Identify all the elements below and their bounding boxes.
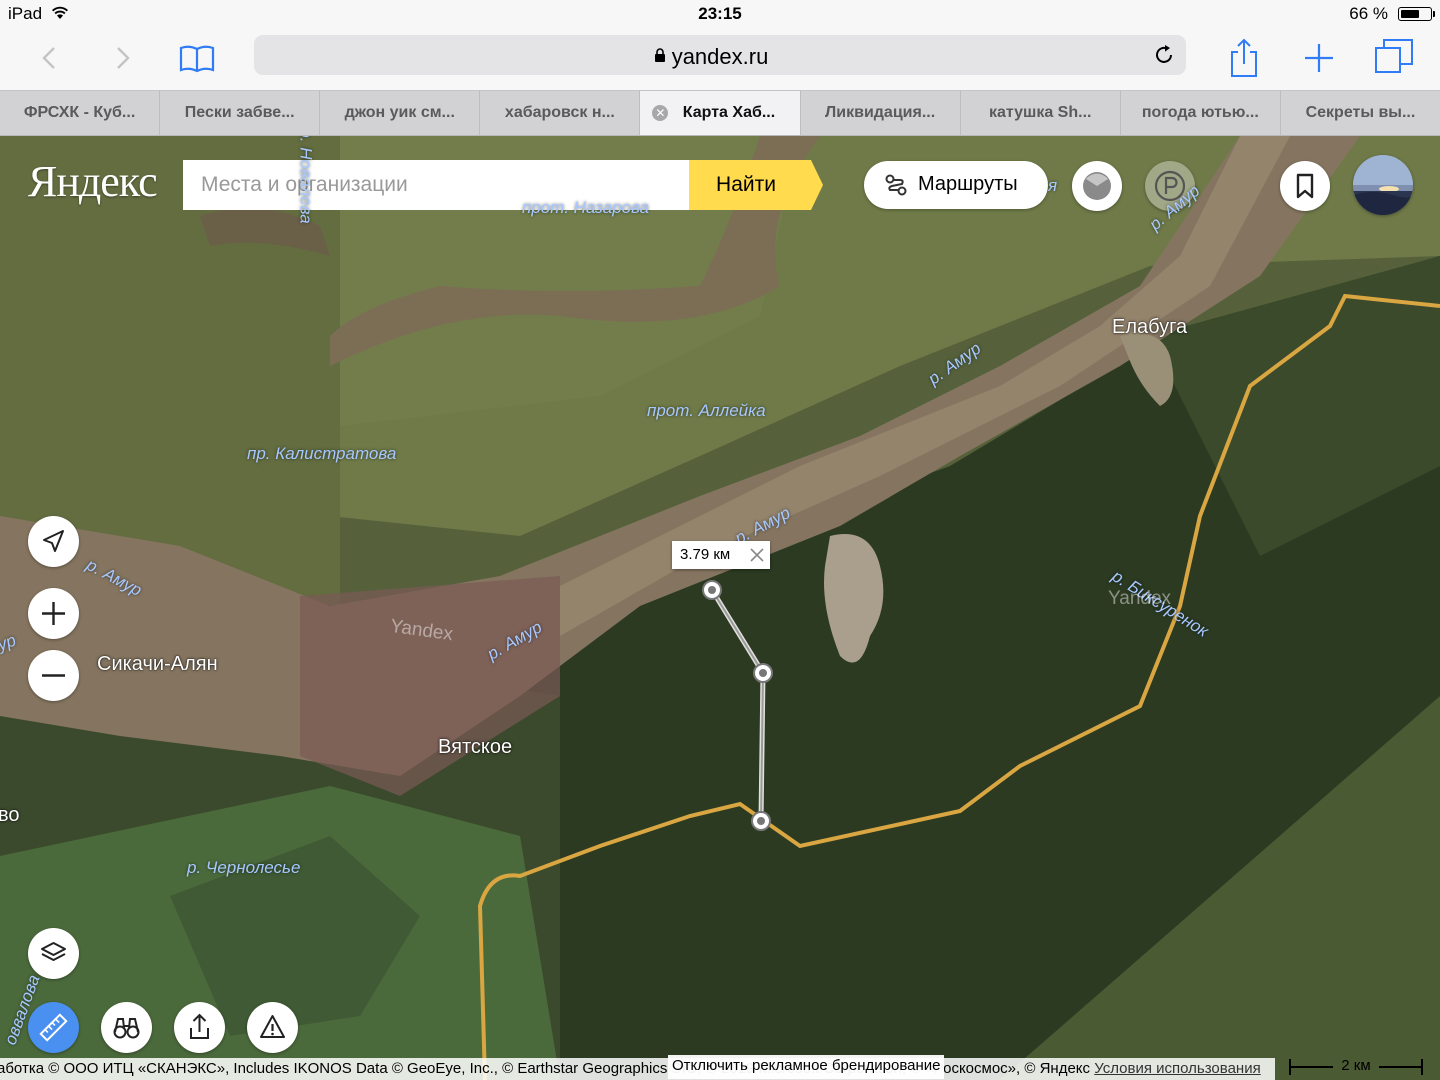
back-icon[interactable]	[28, 36, 72, 80]
water-label: р. Новалева	[296, 136, 316, 224]
tab[interactable]: Пески забве...	[160, 91, 321, 135]
tab-active[interactable]: ✕ Карта Хаб...	[640, 91, 801, 135]
traffic-button[interactable]	[1072, 161, 1122, 211]
browser-toolbar: yandex.ru	[0, 28, 1440, 90]
tab[interactable]: Ликвидация...	[801, 91, 961, 135]
water-label: р. Чернолесье	[187, 858, 301, 877]
traffic-icon	[1083, 172, 1111, 200]
panorama-button[interactable]	[101, 1002, 152, 1053]
battery-icon	[1398, 7, 1435, 21]
forward-icon[interactable]	[100, 36, 144, 80]
layers-icon	[41, 942, 66, 961]
url-text: yandex.ru	[671, 44, 769, 69]
share-icon[interactable]	[1222, 36, 1266, 80]
tabs-overview-icon[interactable]	[1372, 36, 1416, 80]
close-icon[interactable]	[748, 546, 766, 564]
status-bar: iPad 23:15 66 %	[0, 0, 1440, 28]
plus-icon	[42, 602, 65, 625]
bookmarks-icon[interactable]	[175, 36, 219, 80]
zoom-out-button[interactable]	[28, 650, 79, 701]
map-watermark: Yandex	[1108, 588, 1172, 609]
avatar-image	[1353, 155, 1413, 215]
battery-percent: 66 %	[1349, 4, 1388, 23]
water-label: пр. Калистратова	[247, 444, 397, 463]
tab-bar: ФРСХК - Куб... Пески забве... джон уик с…	[0, 90, 1440, 136]
warning-icon	[260, 1015, 285, 1038]
ruler-point[interactable]	[751, 811, 771, 831]
ruler-button[interactable]	[28, 1002, 79, 1053]
map-footer: аботка © ООО ИТЦ «СКАНЭКС», Includes IKO…	[0, 1058, 1275, 1080]
zoom-in-button[interactable]	[28, 588, 79, 639]
routes-button[interactable]: Маршруты	[864, 161, 1048, 209]
report-error-button[interactable]	[247, 1002, 298, 1053]
search-button[interactable]: Найти	[689, 160, 823, 210]
layers-button[interactable]	[28, 928, 79, 979]
distance-value: 3.79 км	[680, 546, 731, 563]
tab[interactable]: ФРСХК - Куб...	[0, 91, 161, 135]
tab-title: ФРСХК - Куб...	[23, 104, 136, 121]
tab-title: хабаровск н...	[504, 104, 615, 121]
yandex-logo[interactable]: Яндекс	[28, 156, 158, 207]
disable-branding-link[interactable]: Отключить рекламное брендирование	[668, 1055, 945, 1079]
water-label: прот. Аллейка	[647, 401, 766, 420]
ruler-icon	[39, 1013, 68, 1042]
tab-title: Карта Хаб...	[682, 104, 776, 121]
routes-label: Маршруты	[918, 173, 1018, 195]
place-label[interactable]: Вятское	[438, 736, 512, 759]
place-label[interactable]: во	[0, 804, 20, 827]
clock: 23:15	[698, 4, 742, 23]
tab-title: Ликвидация...	[825, 104, 936, 121]
new-tab-icon[interactable]	[1297, 36, 1341, 80]
tab-title: Пески забве...	[184, 104, 295, 121]
map-scale: 2 км	[1288, 1055, 1424, 1079]
locate-me-button[interactable]	[28, 516, 79, 567]
bookmark-icon	[1296, 173, 1314, 199]
address-bar[interactable]: yandex.ru	[254, 35, 1186, 75]
place-label[interactable]: Сикачи-Алян	[97, 653, 218, 676]
ruler-point[interactable]	[753, 663, 773, 683]
terms-link[interactable]: Условия использования	[1094, 1060, 1261, 1077]
tab[interactable]: хабаровск н...	[480, 91, 641, 135]
avatar[interactable]	[1353, 155, 1413, 215]
tab-title: погода ютью...	[1141, 104, 1259, 121]
place-label[interactable]: Елабуга	[1112, 316, 1187, 339]
tab[interactable]: джон уик см...	[320, 91, 481, 135]
scale-label: 2 км	[1341, 1057, 1371, 1074]
binoculars-icon	[113, 1018, 140, 1039]
map-view[interactable]: Яндекс Найти Маршруты	[0, 136, 1440, 1080]
minus-icon	[42, 674, 65, 677]
ruler-point[interactable]	[702, 580, 722, 600]
search-button-label: Найти	[716, 173, 776, 196]
tab[interactable]: погода ютью...	[1121, 91, 1281, 135]
water-label: прот. Назарова	[522, 198, 650, 217]
tab-title: джон уик см...	[344, 104, 455, 121]
water-label: я	[1048, 176, 1058, 195]
bookmarks-button[interactable]	[1280, 161, 1330, 211]
satellite-imagery	[0, 136, 1440, 1080]
share-map-button[interactable]	[174, 1002, 225, 1053]
tab-title: Секреты вы...	[1305, 104, 1416, 121]
locate-arrow-icon	[43, 530, 64, 552]
tab-title: катушка Sh...	[988, 104, 1092, 121]
tab[interactable]: катушка Sh...	[961, 91, 1121, 135]
reload-icon[interactable]	[1152, 43, 1176, 67]
share-icon	[190, 1013, 209, 1039]
distance-popup: 3.79 км	[672, 541, 770, 569]
tab[interactable]: Секреты вы...	[1281, 91, 1440, 135]
route-icon	[885, 174, 907, 196]
